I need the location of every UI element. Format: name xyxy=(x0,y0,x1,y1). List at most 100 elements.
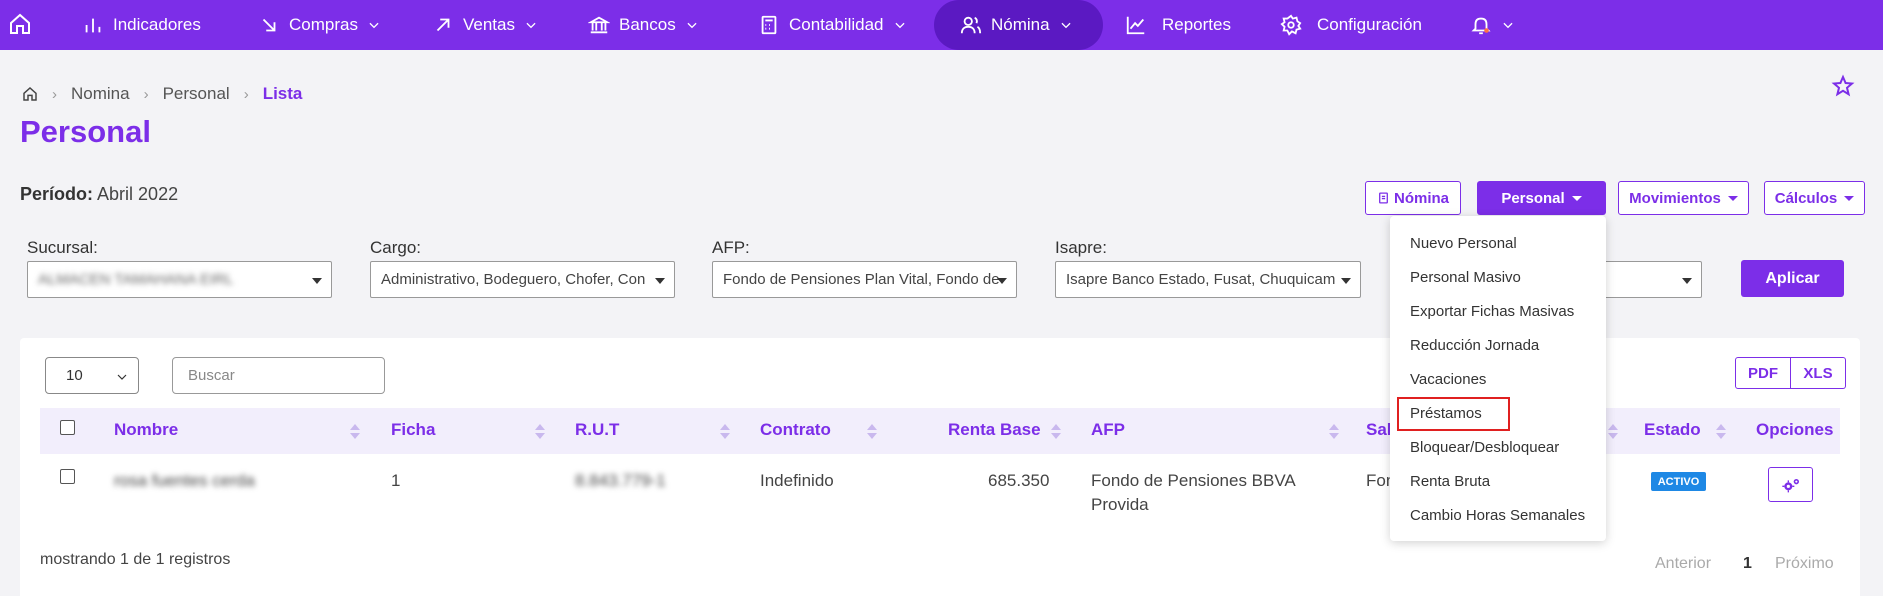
table-info: mostrando 1 de 1 registros xyxy=(40,551,231,568)
nav-nomina[interactable]: Nómina xyxy=(934,0,1103,50)
line-chart-icon xyxy=(1126,16,1145,35)
breadcrumb: › Nomina › Personal › Lista xyxy=(22,84,302,104)
home-icon[interactable] xyxy=(22,86,38,102)
dropdown-arrow-icon xyxy=(655,278,665,284)
nav-indicadores[interactable]: Indicadores xyxy=(82,0,201,50)
home-icon[interactable] xyxy=(8,12,32,36)
export-pdf-button[interactable]: PDF xyxy=(1735,357,1791,389)
cell-ficha: 1 xyxy=(391,471,401,490)
gears-icon xyxy=(1781,478,1799,492)
pager-page-1[interactable]: 1 xyxy=(1743,555,1752,573)
gear-icon xyxy=(1280,14,1302,36)
sort-icon[interactable] xyxy=(1608,424,1618,440)
breadcrumb-nomina[interactable]: Nomina xyxy=(71,84,130,104)
page-length-select[interactable]: 10 xyxy=(45,357,139,394)
afp-value: Fondo de Pensiones Plan Vital, Fondo de xyxy=(723,271,1000,288)
chevron-down-icon xyxy=(1503,22,1513,29)
row-checkbox[interactable] xyxy=(60,469,75,484)
cell-nombre: rosa fuentes cerda xyxy=(114,471,255,490)
nav-label: Indicadores xyxy=(113,15,201,34)
cell-afp-line2: Provida xyxy=(1091,495,1149,514)
menu-item-personal-masivo[interactable]: Personal Masivo xyxy=(1410,269,1521,286)
nav-configuracion[interactable]: Configuración xyxy=(1280,0,1422,50)
chevron-down-icon xyxy=(1061,22,1071,29)
cell-contrato: Indefinido xyxy=(760,471,834,490)
cargo-select[interactable]: Administrativo, Bodeguero, Chofer, Con xyxy=(370,261,675,298)
sucursal-select[interactable]: ALMACEN TAMAHANA EIRL xyxy=(27,261,332,298)
bell-icon xyxy=(1471,17,1491,35)
nav-reportes[interactable]: Reportes xyxy=(1125,0,1231,50)
column-header-ficha[interactable]: Ficha xyxy=(391,420,435,440)
sort-icon[interactable] xyxy=(1329,424,1339,440)
export-buttons: PDF XLS xyxy=(1735,357,1846,389)
menu-item-renta-bruta[interactable]: Renta Bruta xyxy=(1410,473,1490,490)
personal-button[interactable]: Personal xyxy=(1477,181,1606,215)
sort-icon[interactable] xyxy=(1716,424,1726,440)
sort-icon[interactable] xyxy=(350,424,360,440)
calculos-button[interactable]: Cálculos xyxy=(1764,181,1865,215)
calculator-icon xyxy=(761,15,777,35)
chevron-down-icon xyxy=(369,22,379,29)
users-icon xyxy=(960,16,982,34)
nav-label: Compras xyxy=(289,15,358,34)
arrow-up-right-icon xyxy=(436,18,450,32)
menu-item-exportar-fichas-masivas[interactable]: Exportar Fichas Masivas xyxy=(1410,303,1574,320)
cell-renta-base: 685.350 xyxy=(988,471,1050,490)
star-icon[interactable] xyxy=(1831,74,1855,98)
pager-next[interactable]: Próximo xyxy=(1775,555,1834,573)
menu-item-nuevo-personal[interactable]: Nuevo Personal xyxy=(1410,235,1517,252)
periodo-value: Abril 2022 xyxy=(97,184,179,204)
column-header-afp[interactable]: AFP xyxy=(1091,420,1125,440)
menu-item-vacaciones[interactable]: Vacaciones xyxy=(1410,371,1486,388)
column-header-salud[interactable]: Sal xyxy=(1366,420,1392,440)
afp-select[interactable]: Fondo de Pensiones Plan Vital, Fondo de xyxy=(712,261,1017,298)
apply-button[interactable]: Aplicar xyxy=(1741,260,1844,297)
menu-item-cambio-horas-semanales[interactable]: Cambio Horas Semanales xyxy=(1410,507,1585,524)
extra-filter-select[interactable] xyxy=(1598,261,1702,298)
nav-notifications[interactable] xyxy=(1470,0,1515,50)
column-header-contrato[interactable]: Contrato xyxy=(760,420,831,440)
sort-icon[interactable] xyxy=(535,424,545,440)
dropdown-arrow-icon xyxy=(312,278,322,284)
movimientos-button[interactable]: Movimientos xyxy=(1618,181,1749,215)
periodo-label: Período: xyxy=(20,184,94,204)
column-header-rut[interactable]: R.U.T xyxy=(575,420,619,440)
page-length-value: 10 xyxy=(66,367,83,384)
personal-button-label: Personal xyxy=(1501,189,1565,207)
select-all-checkbox[interactable] xyxy=(60,420,75,435)
movimientos-button-label: Movimientos xyxy=(1629,189,1721,207)
column-header-nombre[interactable]: Nombre xyxy=(114,420,178,440)
breadcrumb-personal[interactable]: Personal xyxy=(163,84,230,104)
calculos-button-label: Cálculos xyxy=(1774,189,1838,207)
isapre-label: Isapre: xyxy=(1055,238,1107,257)
search-input[interactable] xyxy=(172,357,385,394)
nomina-button[interactable]: Nómina xyxy=(1365,181,1461,215)
menu-item-reduccion-jornada[interactable]: Reducción Jornada xyxy=(1410,337,1539,354)
column-header-estado[interactable]: Estado xyxy=(1644,420,1701,440)
nav-compras[interactable]: Compras xyxy=(258,0,381,50)
cell-afp-line1: Fondo de Pensiones BBVA xyxy=(1091,471,1296,490)
afp-label: AFP: xyxy=(712,238,750,257)
cell-afp: Fondo de Pensiones BBVA Provida xyxy=(1091,469,1296,517)
dropdown-arrow-icon xyxy=(997,278,1007,284)
export-xls-button[interactable]: XLS xyxy=(1791,357,1846,389)
sort-icon[interactable] xyxy=(867,424,877,440)
prestamos-highlight-box xyxy=(1397,397,1510,431)
isapre-select[interactable]: Isapre Banco Estado, Fusat, Chuquicam xyxy=(1055,261,1361,298)
nav-bancos[interactable]: Bancos xyxy=(588,0,699,50)
page-title: Personal xyxy=(20,114,151,149)
sort-icon[interactable] xyxy=(720,424,730,440)
nav-ventas[interactable]: Ventas xyxy=(432,0,538,50)
chevron-down-icon xyxy=(117,374,127,380)
document-icon xyxy=(1379,192,1388,204)
arrow-down-right-icon xyxy=(262,18,276,32)
dropdown-arrow-icon xyxy=(1682,278,1692,284)
row-options-button[interactable] xyxy=(1768,467,1813,502)
sort-icon[interactable] xyxy=(1051,424,1061,440)
caret-down-icon xyxy=(1844,195,1855,201)
pager-previous[interactable]: Anterior xyxy=(1655,555,1711,573)
nav-contabilidad[interactable]: Contabilidad xyxy=(758,0,907,50)
menu-item-bloquear-desbloquear[interactable]: Bloquear/Desbloquear xyxy=(1410,439,1559,456)
cargo-label: Cargo: xyxy=(370,238,422,257)
column-header-renta-base[interactable]: Renta Base xyxy=(948,420,1041,440)
